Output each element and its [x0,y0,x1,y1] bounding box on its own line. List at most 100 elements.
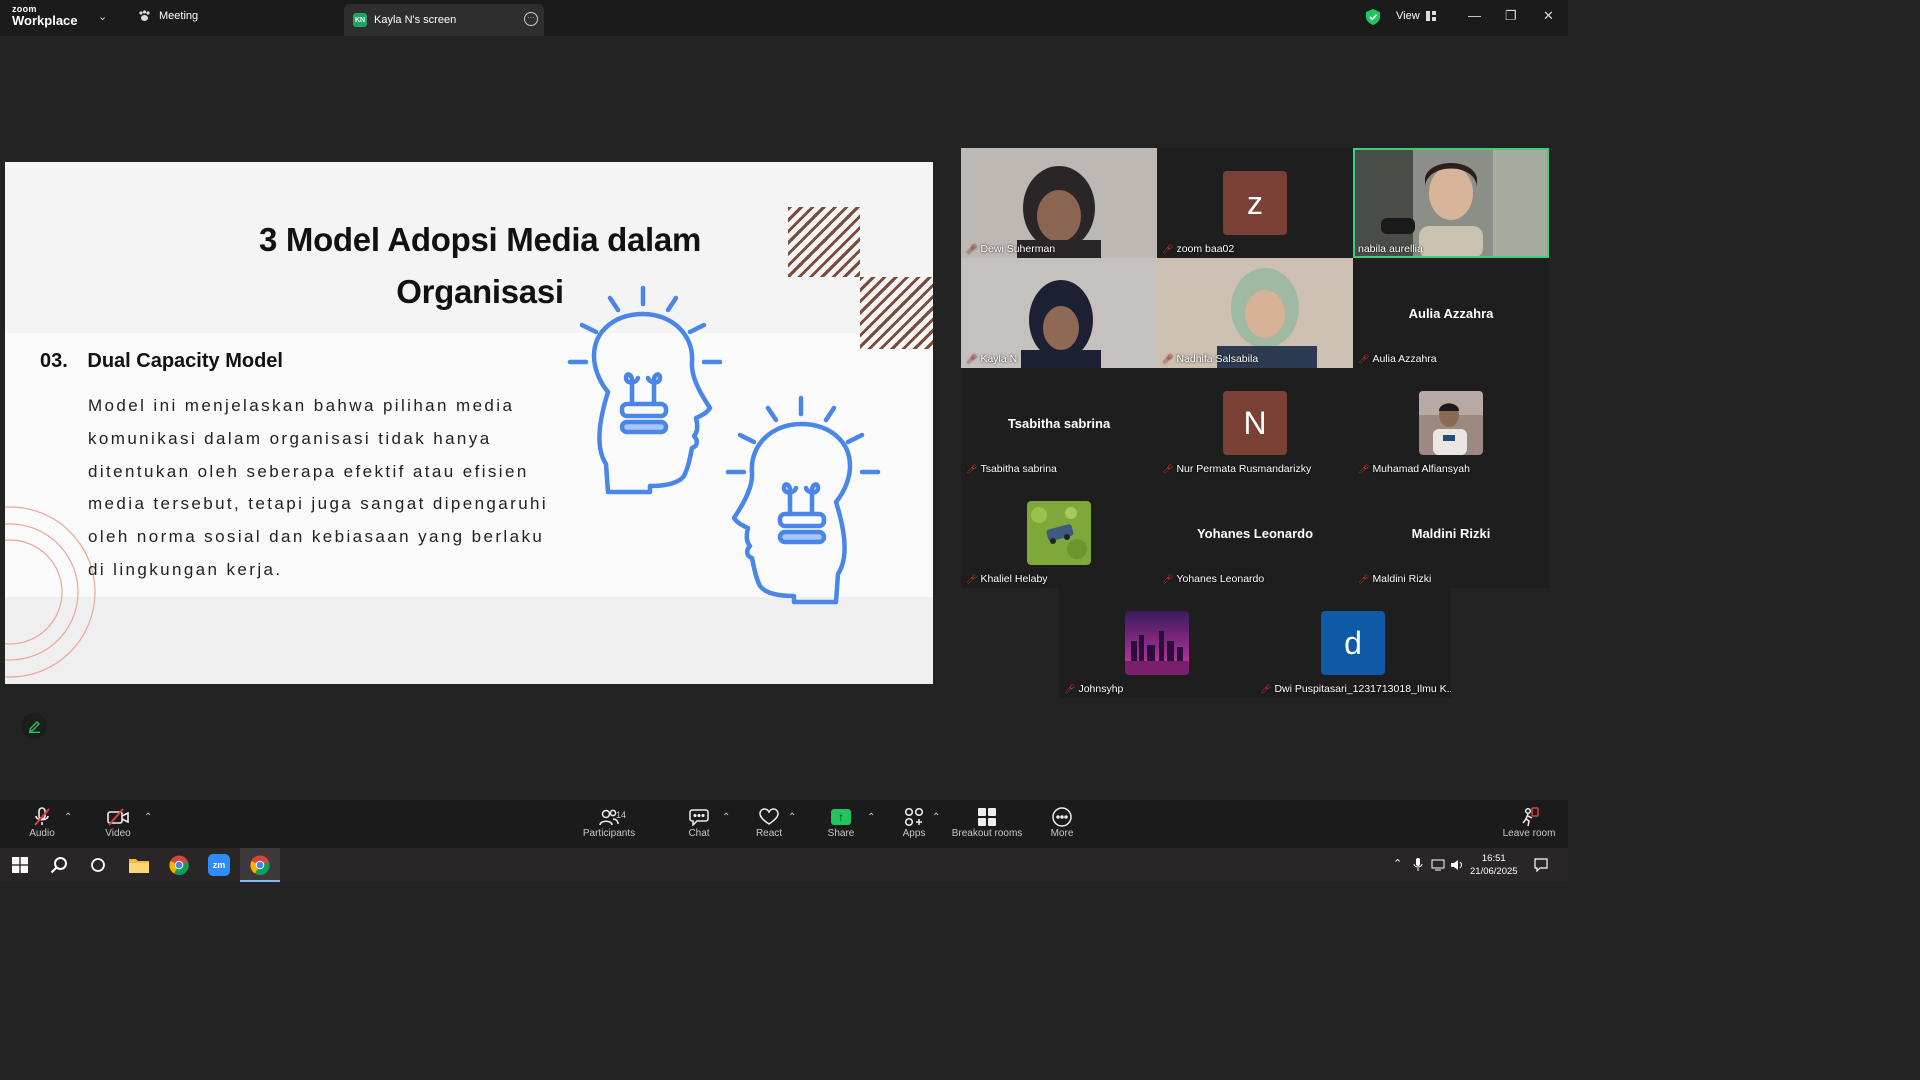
zoom-logo[interactable]: zoom Workplace [12,5,78,28]
video-off-icon [107,808,129,826]
participant-tile[interactable]: Tsabitha sabrina 🎤︎ Tsabitha sabrina [961,368,1157,478]
participants-count: 14 [616,810,627,820]
subheading-number: 03. [40,350,68,372]
shield-icon[interactable] [1366,9,1380,25]
participant-tile[interactable]: Maldini Rizki 🎤︎ Maldini Rizki [1353,478,1549,588]
participant-name: 🎤︎ Nur Permata Rusmandarizky [1162,463,1312,475]
participant-gallery: 🎤︎ Dewi Suherman z 🎤︎ zoom baa02 nabila au… [961,148,1549,699]
subheading-title: Dual Capacity Model [87,350,283,372]
system-clock[interactable]: 16:51 21/06/2025 [1470,852,1518,878]
participant-name: 🎤︎ Yohanes Leonardo [1162,573,1265,585]
participant-name: 🎤︎ Aulia Azzahra [1358,353,1437,365]
apps-button[interactable]: Apps [896,806,932,839]
video-feed [961,258,1157,368]
video-feed [961,148,1157,258]
notification-icon[interactable] [1534,858,1548,872]
avatar-photo [1125,611,1189,675]
body-line: di lingkungan kerja. [88,559,283,579]
react-button[interactable]: React [750,806,788,839]
audio-options-caret[interactable]: ⌃ [64,812,72,823]
windows-taskbar: zm ⌃ 16:51 21/06/2025 [0,848,1568,882]
participants-button[interactable]: 14 Participants [578,806,640,839]
participant-tile-active[interactable]: nabila aurellia [1353,148,1549,258]
video-button[interactable]: Video [98,806,138,839]
leave-room-button[interactable]: Leave room [1500,806,1558,839]
participant-display-name: Tsabitha sabrina [1007,415,1111,431]
participant-name: 🎤︎ Kayla N [966,353,1018,365]
chevron-down-icon[interactable]: ⌄ [98,10,107,23]
circle-decoration [5,506,96,678]
participant-tile[interactable]: 🎤︎ Nadhifa Salsabila [1157,258,1353,368]
participant-tile[interactable]: 🎤︎ Dewi Suherman [961,148,1157,258]
participant-tile[interactable]: Aulia Azzahra 🎤︎ Aulia Azzahra [1353,258,1549,368]
mic-muted-icon: 🎤︎ [1064,683,1076,694]
breakout-rooms-icon [978,808,996,826]
participant-name: 🎤︎ Tsabitha sabrina [966,463,1057,475]
chat-button[interactable]: Chat [680,806,718,839]
avatar: z [1223,171,1287,235]
body-line: Model ini menjelaskan bahwa pilihan medi… [88,396,515,415]
logo-bottom: Workplace [12,13,78,28]
participant-tile[interactable]: 🎤︎ Muhamad Alfiansyah [1353,368,1549,478]
tab-meeting[interactable]: Meeting [138,10,198,22]
mic-muted-icon: 🎤︎ [966,573,978,584]
hatch-decoration [788,207,860,277]
tray-chevron-up-icon[interactable]: ⌃ [1393,857,1402,870]
video-label: Video [105,828,131,839]
avatar-photo [1419,391,1483,455]
restore-icon[interactable]: ❐ [1505,8,1517,24]
annotate-pencil-icon[interactable] [21,713,47,739]
participant-name: 🎤︎ Dewi Suherman [966,243,1056,255]
audio-button[interactable]: Audio [22,806,62,839]
minimize-icon[interactable]: — [1468,8,1481,23]
grid-view-icon [1425,11,1436,21]
mic-muted-icon: 🎤︎ [1260,683,1272,694]
participants-label: Participants [582,828,636,839]
leave-room-label: Leave room [1502,828,1556,839]
participant-display-name: Maldini Rizki [1411,525,1491,541]
search-icon[interactable] [47,853,71,877]
react-options-caret[interactable]: ⌃ [788,812,796,823]
participant-tile[interactable]: 🎤︎ Johnsyhp [1059,588,1255,698]
active-app-indicator[interactable] [240,848,280,882]
tray-mic-icon[interactable] [1413,858,1423,872]
lightbulb-head-icon [567,285,881,605]
chrome-icon[interactable] [167,853,191,877]
participant-tile[interactable]: 🎤︎ Khaliel Helaby [961,478,1157,588]
participant-tile[interactable]: N 🎤︎ Nur Permata Rusmandarizky [1157,368,1353,478]
share-options-caret[interactable]: ⌃ [867,812,875,823]
react-label: React [755,828,783,839]
heart-icon [759,808,779,825]
breakout-rooms-button[interactable]: Breakout rooms [950,806,1024,839]
zoom-app-icon[interactable]: zm [207,853,231,877]
mic-muted-icon: 🎤︎ [966,353,978,364]
tray-volume-icon[interactable] [1450,858,1464,872]
audio-label: Audio [29,828,55,839]
close-icon[interactable]: ✕ [1543,8,1554,24]
participant-tile[interactable]: Yohanes Leonardo 🎤︎ Yohanes Leonardo [1157,478,1353,588]
share-button[interactable]: ↑ Share [822,806,860,839]
windows-start-icon[interactable] [8,853,32,877]
more-options-icon[interactable]: ··· [524,12,538,26]
participant-tile[interactable]: d 🎤︎ Dwi Puspitasari_1231713018_Ilmu K... [1255,588,1451,698]
video-options-caret[interactable]: ⌃ [144,812,152,823]
tab-shared-screen[interactable]: KN Kayla N's screen ··· [344,4,544,36]
more-button[interactable]: More [1044,806,1080,839]
view-button[interactable]: View [1396,10,1436,22]
slide-body: Model ini menjelaskan bahwa pilihan medi… [88,390,578,587]
meeting-toolbar: Audio ⌃ Video ⌃ 14 Participants Chat ⌃ R… [0,800,1568,848]
tab-meeting-label: Meeting [159,10,199,22]
chrome-icon [250,855,270,875]
participant-display-name: Aulia Azzahra [1408,305,1494,321]
participant-tile[interactable]: z 🎤︎ zoom baa02 [1157,148,1353,258]
tray-network-icon[interactable] [1431,859,1445,871]
chat-options-caret[interactable]: ⌃ [722,812,730,823]
file-explorer-icon[interactable] [127,853,151,877]
task-view-icon[interactable] [86,853,110,877]
zoom-app-badge: zm [208,854,230,876]
clock-date: 21/06/2025 [1470,866,1518,877]
participant-tile[interactable]: 🎤︎ Kayla N [961,258,1157,368]
participant-name: 🎤︎ Maldini Rizki [1358,573,1432,585]
apps-options-caret[interactable]: ⌃ [932,812,940,823]
video-feed [1353,148,1549,258]
